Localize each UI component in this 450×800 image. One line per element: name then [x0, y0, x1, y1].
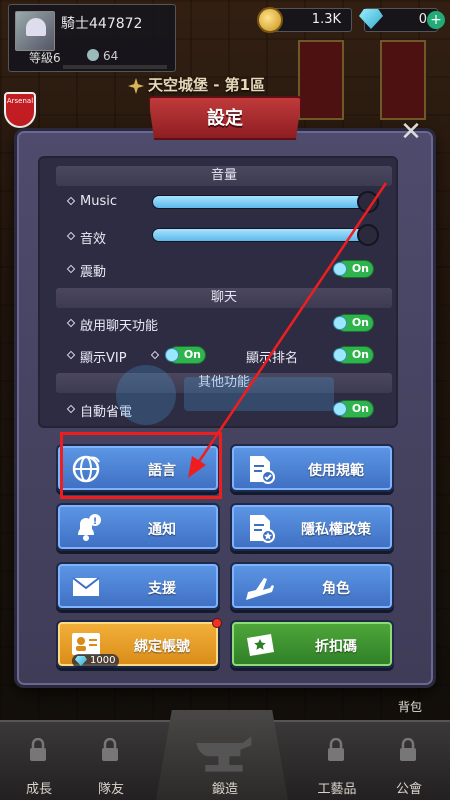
- toggle-knob: [333, 348, 347, 362]
- nav-item-guild[interactable]: 公會: [374, 724, 444, 800]
- nav-item-teammates[interactable]: 隊友: [76, 724, 146, 800]
- nav-label: 公會: [395, 782, 422, 797]
- coupon-button[interactable]: 折扣碼: [230, 620, 394, 668]
- toggle-knob: [333, 262, 347, 276]
- terms-button[interactable]: 使用規範: [230, 444, 394, 492]
- ticket-icon: [247, 634, 274, 656]
- music-slider-fill: [153, 196, 371, 208]
- club-badge[interactable]: Arsenal: [4, 92, 36, 128]
- terms-button-label: 使用規範: [308, 463, 364, 479]
- notifications-button-label: 通知: [148, 522, 176, 538]
- coupon-button-label: 折扣碼: [315, 639, 357, 655]
- toggle-state: On: [351, 402, 369, 415]
- music-label: Music: [80, 194, 117, 209]
- notifications-button[interactable]: ! 通知: [56, 503, 220, 551]
- coin-counter[interactable]: 1.3K: [257, 7, 352, 33]
- toggle-state: On: [183, 348, 201, 361]
- gem-icon: [75, 656, 87, 666]
- sfx-label: 音效: [80, 232, 107, 247]
- exp-bar: [63, 65, 167, 69]
- nav-label: 成長: [25, 782, 52, 797]
- dialog-title: 設定: [207, 108, 243, 129]
- bind-reward-amount: 1000: [90, 655, 116, 666]
- toggle-state: On: [351, 348, 369, 361]
- coin-icon: [257, 7, 283, 33]
- nav-label: 工藝品: [317, 782, 357, 797]
- chat-enable-toggle[interactable]: On: [333, 314, 374, 332]
- sfx-slider-knob[interactable]: [357, 224, 379, 246]
- stage-location: 天空城堡 - 第1區: [148, 76, 266, 94]
- avatar[interactable]: [15, 11, 55, 51]
- backpack-label[interactable]: 背包: [398, 698, 422, 715]
- bind-account-button-label: 綁定帳號: [134, 639, 190, 655]
- combat-power: 64: [103, 49, 119, 63]
- toggle-knob: [165, 348, 179, 362]
- show-rank-label: 顯示排名: [246, 351, 299, 366]
- character-button[interactable]: 角色: [230, 562, 394, 610]
- nav-item-growth[interactable]: 成長: [4, 724, 74, 800]
- lock-icon: [400, 738, 416, 761]
- club-badge-label: Arsenal: [6, 97, 34, 105]
- support-button[interactable]: 支援: [56, 562, 220, 610]
- lock-icon: [30, 738, 46, 761]
- toggle-state: On: [351, 262, 369, 275]
- gem-amount: 0: [418, 12, 427, 27]
- section-header-volume: 音量: [56, 166, 392, 186]
- anvil-icon: [196, 736, 252, 772]
- power-save-toggle[interactable]: On: [333, 400, 374, 418]
- privacy-button-label: 隱私權政策: [301, 522, 371, 538]
- annotation-highlight-box: [60, 432, 222, 499]
- section-header-other: 其他功能: [56, 373, 392, 393]
- airplane-icon: [246, 578, 274, 600]
- notification-dot: [212, 618, 222, 628]
- nav-item-forge[interactable]: 鍛造: [190, 724, 260, 800]
- music-slider-knob[interactable]: [357, 191, 379, 213]
- combat-power-icon: [87, 49, 99, 61]
- toggle-knob: [333, 316, 347, 330]
- close-icon[interactable]: ✕: [398, 119, 424, 146]
- document-star-icon: [250, 515, 275, 543]
- lock-icon: [328, 738, 344, 761]
- player-name: 騎士447872: [61, 16, 143, 32]
- document-check-icon: [250, 456, 275, 484]
- sfx-slider-fill: [153, 229, 371, 241]
- envelope-icon: [72, 577, 100, 596]
- toggle-knob: [333, 402, 347, 416]
- chat-enable-label: 啟用聊天功能: [80, 319, 159, 334]
- show-rank-toggle[interactable]: On: [333, 346, 374, 364]
- nav-item-artifacts[interactable]: 工藝品: [302, 724, 372, 800]
- sfx-slider[interactable]: [152, 224, 379, 246]
- gem-counter[interactable]: 0 +: [359, 8, 445, 32]
- music-slider[interactable]: [152, 191, 379, 213]
- character-button-label: 角色: [322, 581, 350, 597]
- coin-amount: 1.3K: [311, 12, 341, 27]
- power-save-label: 自動省電: [80, 405, 133, 420]
- vibration-toggle[interactable]: On: [333, 260, 374, 278]
- bind-reward-badge: 1000: [72, 654, 120, 668]
- support-button-label: 支援: [148, 581, 176, 597]
- toggle-state: On: [351, 316, 369, 329]
- lock-icon: [102, 738, 118, 761]
- show-vip-toggle[interactable]: On: [165, 346, 206, 364]
- add-gems-button[interactable]: +: [427, 11, 445, 29]
- svg-text:!: !: [93, 517, 97, 527]
- nav-label: 隊友: [97, 782, 124, 797]
- show-vip-label: 顯示VIP: [80, 351, 127, 366]
- bell-icon: !: [78, 514, 101, 541]
- privacy-button[interactable]: 隱私權政策: [230, 503, 394, 551]
- section-header-chat: 聊天: [56, 288, 392, 308]
- bind-account-button[interactable]: 綁定帳號 1000: [56, 618, 222, 668]
- player-card[interactable]: 騎士447872 等級6 64: [8, 4, 176, 72]
- player-level: 等級6: [29, 51, 61, 65]
- nav-label: 鍛造: [211, 782, 238, 797]
- vibration-label: 震動: [80, 265, 107, 280]
